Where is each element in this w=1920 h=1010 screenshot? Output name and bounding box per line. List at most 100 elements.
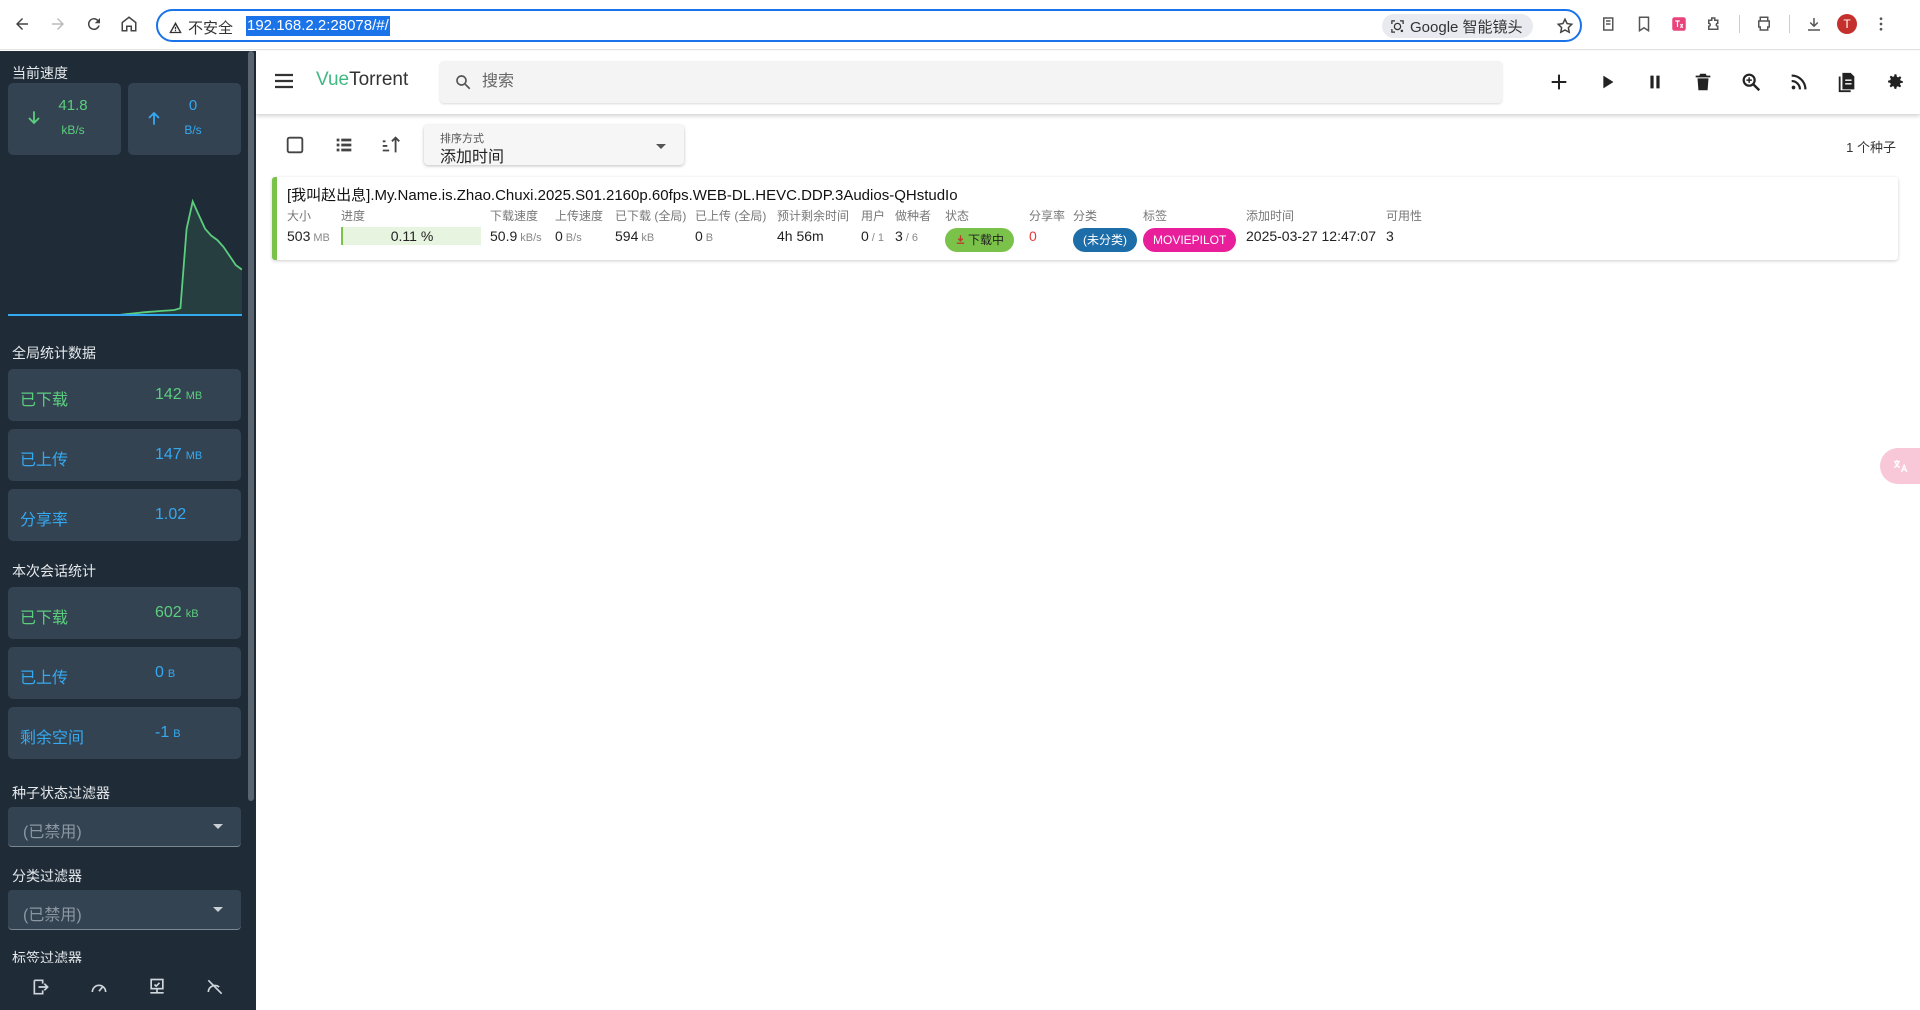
bookmark-star-icon[interactable] xyxy=(1554,15,1576,37)
seeds-column: 做种者 3/ 6 xyxy=(895,209,932,244)
stat-label: 已下载 xyxy=(20,610,69,627)
address-bar[interactable]: 不安全 192.168.2.2:28078/#/ Google 智能镜头 xyxy=(156,9,1582,42)
chevron-down-icon xyxy=(656,144,666,149)
stat-label: 分享率 xyxy=(20,512,69,529)
connection-icon[interactable] xyxy=(146,976,168,998)
stat-value: 1.02 xyxy=(155,506,187,523)
sort-by-select[interactable]: 排序方式 添加时间 xyxy=(424,125,684,166)
download-series-area xyxy=(8,201,242,315)
search-icon xyxy=(456,75,471,90)
upload-speed-unit: B/s xyxy=(184,123,202,137)
stat-value: 602 kB xyxy=(155,604,199,621)
download-speed-value: 41.8 xyxy=(58,97,88,114)
play-icon[interactable] xyxy=(1594,69,1620,95)
category-filter-select[interactable]: (已禁用) xyxy=(8,890,241,930)
global-ratio-card: 分享率 1.02 xyxy=(8,489,241,541)
stat-value: -1 B xyxy=(155,724,181,741)
global-uploaded-card: 已上传 147 MB xyxy=(8,429,241,481)
progress-column: 进度 0.11 % xyxy=(341,207,481,245)
logout-icon[interactable] xyxy=(30,976,52,998)
print-icon[interactable] xyxy=(1752,12,1776,36)
category-filter-value: (已禁用) xyxy=(23,907,82,924)
tags-column: 标签 MOVIEPILOT xyxy=(1143,207,1237,252)
search-box[interactable] xyxy=(440,61,1502,103)
menu-icon[interactable] xyxy=(272,69,298,95)
availability-column: 可用性 3 xyxy=(1386,209,1423,244)
rss-icon[interactable] xyxy=(1786,69,1812,95)
url-text[interactable]: 192.168.2.2:28078/#/ xyxy=(246,16,390,36)
sidebar: 当前速度 41.8 kB/s 0 B/s 全局统计数据 已下载 142 MB 已上… xyxy=(0,51,256,1010)
upspeed-column: 上传速度 0 B/s xyxy=(555,209,604,244)
app-header: VueTorrent xyxy=(256,51,1920,114)
session-downloaded-card: 已下载 602 kB xyxy=(8,587,241,639)
uploaded-column: 已上传 (全局) 0B xyxy=(695,209,767,244)
stat-label: 已下载 xyxy=(20,392,69,409)
session-uploaded-card: 已上传 0B xyxy=(8,647,241,699)
logs-icon[interactable] xyxy=(1834,69,1860,95)
torrent-name: [我叫赵出息].My.Name.is.Zhao.Chuxi.2025.S01.2… xyxy=(287,187,958,204)
chevron-down-icon xyxy=(213,824,223,829)
state-filter-select[interactable]: (已禁用) xyxy=(8,807,241,847)
eta-column: 预计剩余时间 4h 56m xyxy=(777,209,850,244)
reload-icon[interactable] xyxy=(80,10,108,38)
session-stats-title: 本次会话统计 xyxy=(12,563,96,579)
home-icon[interactable] xyxy=(115,10,143,38)
speedometer-icon[interactable] xyxy=(88,976,110,998)
speed-limit-off-icon[interactable] xyxy=(204,976,226,998)
translate-float-button[interactable] xyxy=(1880,448,1920,484)
security-label: 不安全 xyxy=(188,20,234,37)
torrent-card[interactable]: [我叫赵出息].My.Name.is.Zhao.Chuxi.2025.S01.2… xyxy=(272,177,1898,260)
settings-icon[interactable] xyxy=(1882,69,1908,95)
global-stats-title: 全局统计数据 xyxy=(12,345,96,361)
state-column: 状态 下载中 xyxy=(945,207,1015,252)
category-filter-title: 分类过滤器 xyxy=(12,868,82,884)
google-lens-button[interactable]: Google 智能镜头 xyxy=(1382,14,1533,38)
download-speed-unit: kB/s xyxy=(61,123,85,137)
tag-badge: MOVIEPILOT xyxy=(1143,228,1237,252)
stat-label: 已上传 xyxy=(20,670,69,687)
reading-list-icon[interactable] xyxy=(1597,12,1621,36)
warning-icon xyxy=(169,21,182,34)
profile-avatar[interactable]: T xyxy=(1837,14,1857,34)
security-indicator[interactable]: 不安全 xyxy=(168,17,233,38)
stat-label: 已上传 xyxy=(20,452,69,469)
download-state-icon xyxy=(956,235,965,244)
category-column: 分类 (未分类) xyxy=(1073,207,1137,252)
ratio-column: 分享率 0 xyxy=(1029,209,1066,244)
app-logo[interactable]: VueTorrent xyxy=(316,69,408,91)
browser-toolbar: 不安全 192.168.2.2:28078/#/ Google 智能镜头 T xyxy=(0,0,1920,50)
torrent-count: 1 个种子 xyxy=(1846,140,1896,155)
stat-label: 剩余空间 xyxy=(20,730,85,747)
global-downloaded-card: 已下载 142 MB xyxy=(8,369,241,421)
list-view-icon[interactable] xyxy=(332,133,356,157)
progress-bar: 0.11 % xyxy=(341,227,481,245)
search-input[interactable] xyxy=(482,70,1442,94)
sort-direction-icon[interactable] xyxy=(379,133,403,157)
added-on-column: 添加时间 2025-03-27 12:47:07 xyxy=(1246,209,1376,244)
browser-menu-icon[interactable] xyxy=(1869,12,1893,36)
dlspeed-column: 下载速度 50.9 kB/s xyxy=(490,209,542,244)
search-engine-icon[interactable] xyxy=(1738,69,1764,95)
speed-chart xyxy=(8,198,242,316)
upload-speed-value: 0 xyxy=(188,97,198,114)
delete-icon[interactable] xyxy=(1690,69,1716,95)
state-filter-value: (已禁用) xyxy=(23,824,82,841)
lens-label: Google 智能镜头 xyxy=(1410,18,1523,36)
bookmark-icon[interactable] xyxy=(1632,12,1656,36)
forward-icon[interactable] xyxy=(44,10,72,38)
add-icon[interactable] xyxy=(1546,69,1572,95)
translate-icon xyxy=(1893,460,1908,473)
sort-value: 添加时间 xyxy=(440,149,505,166)
peers-column: 用户 0/ 1 xyxy=(861,209,886,244)
back-icon[interactable] xyxy=(8,10,36,38)
category-badge: (未分类) xyxy=(1073,228,1137,252)
downloads-icon[interactable] xyxy=(1802,12,1826,36)
translate-extension-icon[interactable] xyxy=(1667,12,1691,36)
extensions-puzzle-icon[interactable] xyxy=(1702,12,1726,36)
sidebar-scrollbar[interactable] xyxy=(248,51,254,801)
extension-toolbar: T xyxy=(1597,12,1904,36)
upload-speed-card: 0 B/s xyxy=(128,83,241,155)
free-space-card: 剩余空间 -1 B xyxy=(8,707,241,759)
select-all-checkbox[interactable] xyxy=(283,133,307,157)
pause-icon[interactable] xyxy=(1642,69,1668,95)
